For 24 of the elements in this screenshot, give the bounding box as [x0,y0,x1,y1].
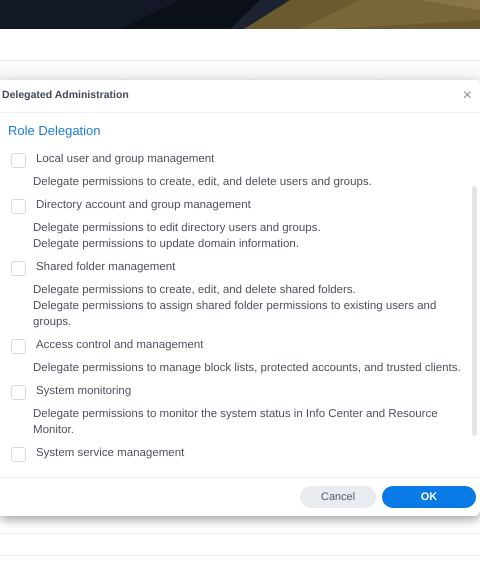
description-text: Delegate permissions to assign shared folder permissions to existing users and groups. [33,298,438,330]
checkbox[interactable] [11,198,26,214]
checkbox-label[interactable]: System monitoring [36,383,132,401]
description-text: Delegate permissions to update domain information. [33,236,300,252]
ok-button[interactable]: OK [382,486,476,508]
checkbox[interactable] [11,338,26,354]
checkbox[interactable] [11,152,26,168]
checkbox-label[interactable]: Local user and group management [36,151,214,169]
checkbox-label[interactable]: Access control and management [36,337,204,355]
description-text: Delegate permissions to create, edit, and delete shared folders. [33,282,357,298]
checkbox-label[interactable]: System service management [36,445,184,463]
description-text: Delegate permissions to monitor the system status in Info Center and Resource Monitor. [33,406,439,438]
checkbox[interactable] [11,384,26,400]
section-heading: Role Delegation [8,122,102,140]
checkbox[interactable] [11,260,26,276]
dialog-title: Delegated Administration [2,88,129,104]
scrollbar[interactable] [472,186,477,436]
checkbox[interactable] [11,446,26,462]
description-text: Delegate permissions to manage block lists, protected accounts, and trusted clients. [33,360,462,376]
description-text: Delegate permissions to edit directory users and groups. [33,220,322,236]
checkbox-label[interactable]: Directory account and group management [36,197,251,215]
checkbox-label[interactable]: Shared folder management [36,259,176,277]
cancel-button[interactable]: Cancel [300,486,376,508]
description-text: Delegate permissions to create, edit, and delete users and groups. [33,174,373,190]
